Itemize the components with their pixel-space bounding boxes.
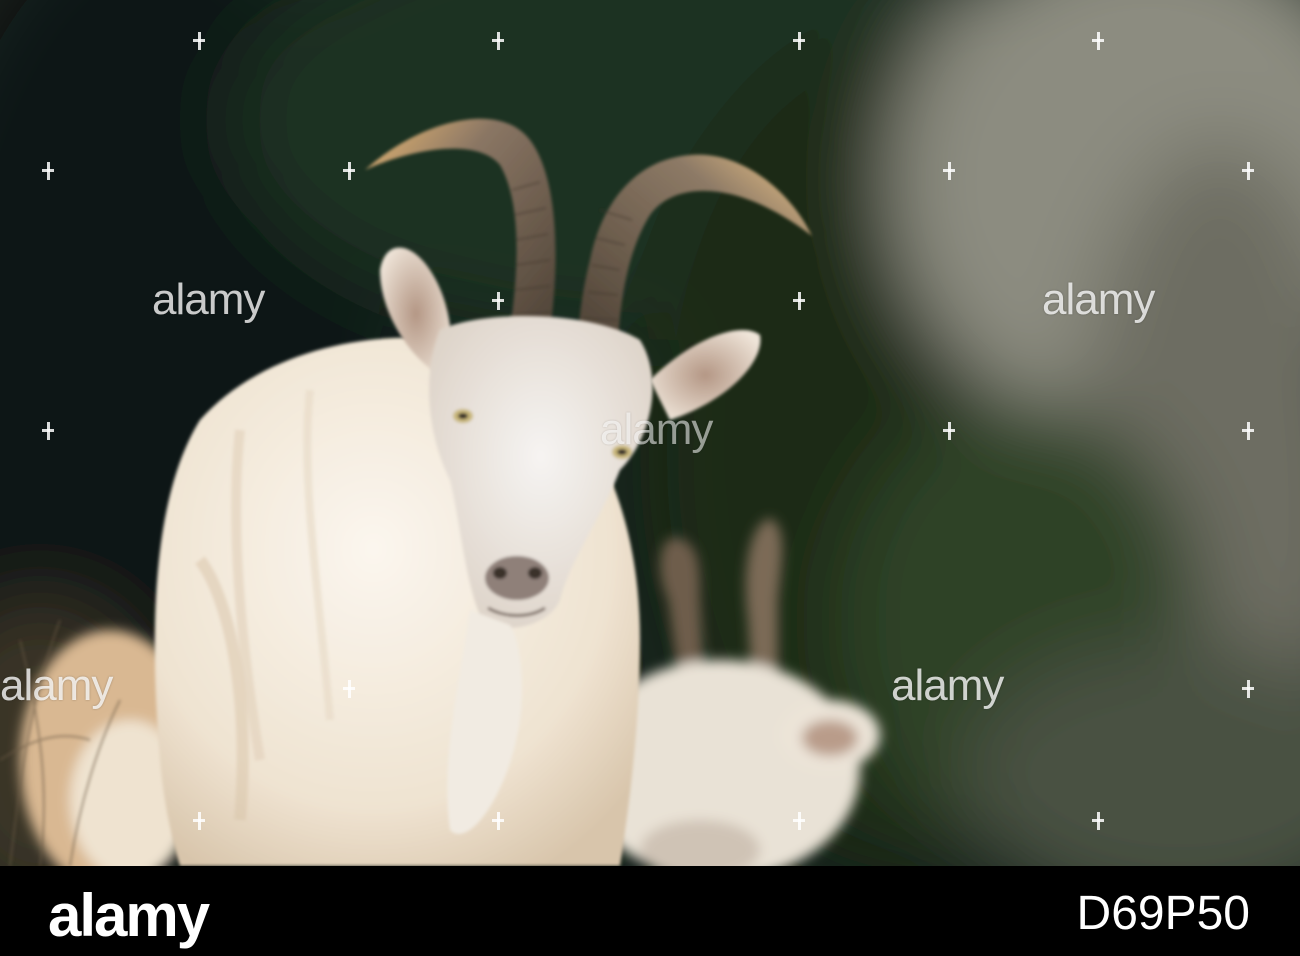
watermark-cross-icon <box>42 160 54 180</box>
watermark-cross-icon <box>343 678 355 698</box>
watermark-cross-icon <box>793 30 805 50</box>
photo-frame: alamy alamy alamy alamy alamy <box>0 0 1300 866</box>
watermark-cross-icon <box>343 160 355 180</box>
watermark-cross-icon <box>1242 678 1254 698</box>
watermark-cross-icon <box>492 30 504 50</box>
watermark-cross-icon <box>492 810 504 830</box>
watermark-text: alamy <box>152 275 265 324</box>
watermark-text: alamy <box>891 661 1004 710</box>
watermark-cross-icon <box>793 810 805 830</box>
watermark-cross-icon <box>1242 420 1254 440</box>
footer-bar: alamy D69P50 <box>0 866 1300 956</box>
watermark-cross-icon <box>793 290 805 310</box>
watermark-text: alamy <box>1042 275 1155 324</box>
watermark-cross-icon <box>943 160 955 180</box>
watermark-cross-icon <box>943 420 955 440</box>
watermark-cross-icon <box>492 290 504 310</box>
alamy-logo: alamy <box>48 882 210 949</box>
watermark-cross-icon <box>1092 30 1104 50</box>
watermark-text: alamy <box>0 661 113 710</box>
watermark-cross-icon <box>42 420 54 440</box>
image-id: D69P50 <box>1076 887 1250 940</box>
watermark-cross-icon <box>193 30 205 50</box>
watermark-cross-icon <box>193 810 205 830</box>
watermark-cross-icon <box>1242 160 1254 180</box>
watermark-cross-icon <box>1092 810 1104 830</box>
watermark-text: alamy <box>600 405 713 454</box>
